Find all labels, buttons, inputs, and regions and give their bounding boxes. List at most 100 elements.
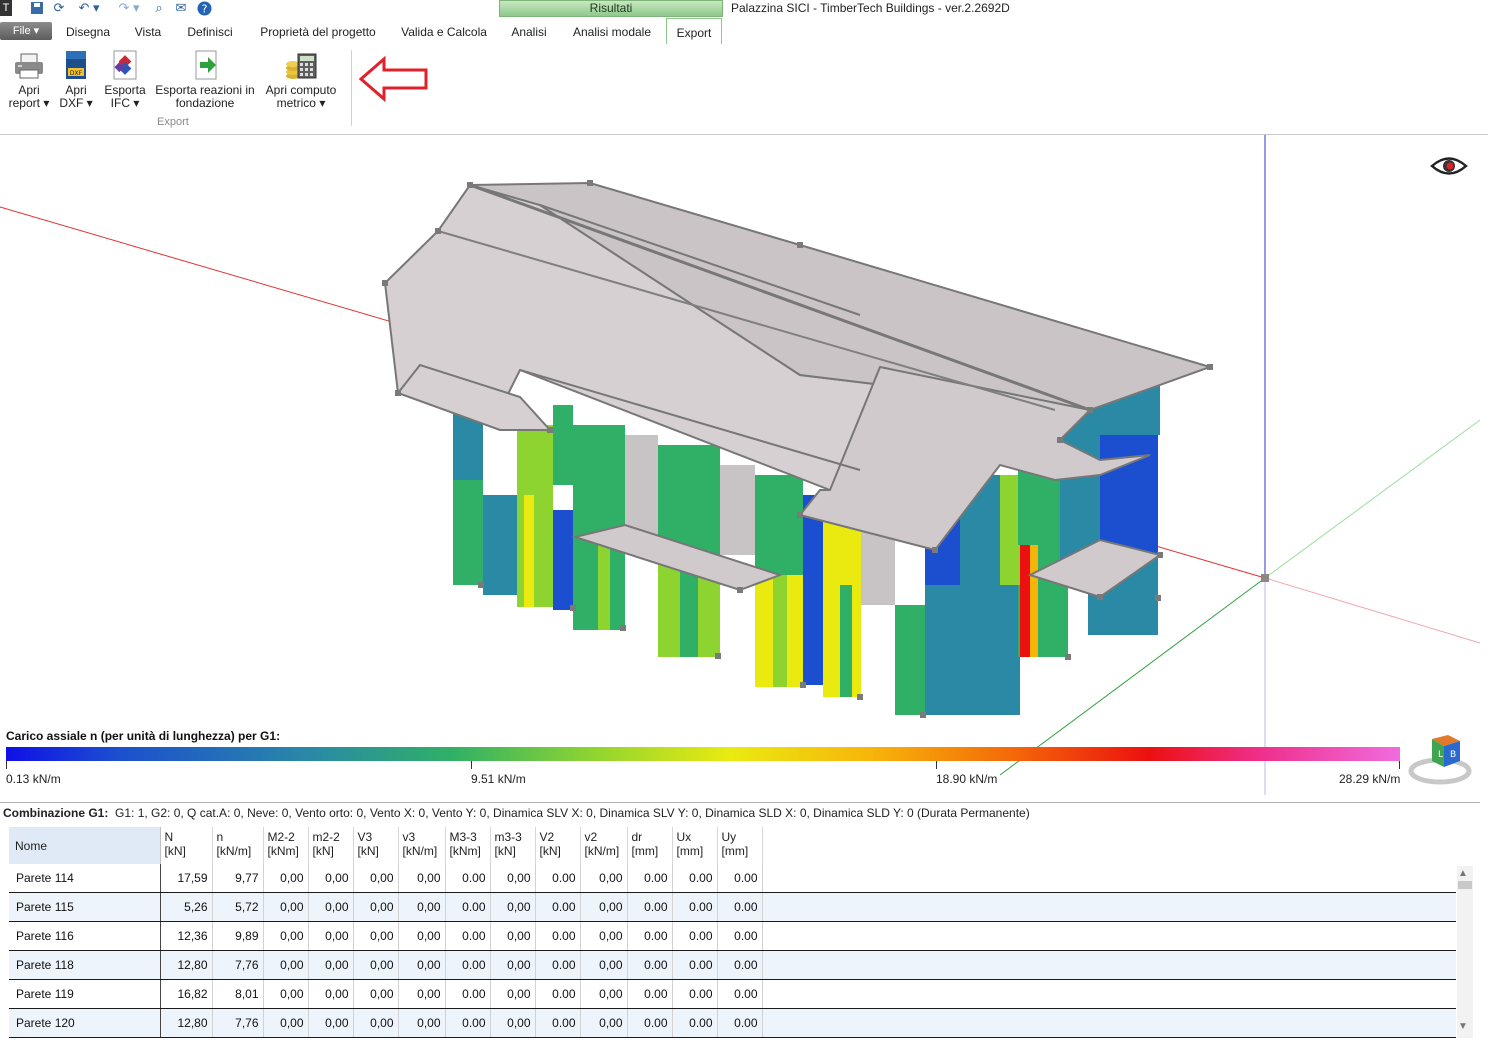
value-cell[interactable]: 0,00 <box>263 921 309 951</box>
value-cell[interactable]: 0,00 <box>308 921 354 951</box>
row-name-cell[interactable]: Parete 118 <box>9 950 161 980</box>
value-cell[interactable]: 0,00 <box>308 864 354 893</box>
value-cell[interactable]: 0.00 <box>445 864 491 893</box>
row-name-cell[interactable]: Parete 120 <box>9 1008 161 1038</box>
value-cell[interactable]: 0,00 <box>490 950 536 980</box>
value-cell[interactable]: 0.00 <box>535 979 581 1009</box>
export-foundation-reactions-button[interactable]: Esporta reazioni in fondazione <box>155 50 255 110</box>
value-cell[interactable]: 17,59 <box>160 864 213 893</box>
open-dxf-button[interactable]: DXF Apri DXF ▾ <box>58 50 94 110</box>
column-header[interactable]: M2-2 [kNm] <box>263 827 309 864</box>
value-cell[interactable]: 0.00 <box>717 979 763 1009</box>
context-tab-risultati[interactable]: Risultati <box>499 0 723 17</box>
table-row[interactable]: Parete 120 12,80 7,76 0,00 0,00 0,00 0,00 0.00 0… <box>9 1008 1456 1038</box>
value-cell[interactable]: 0.00 <box>627 1008 673 1038</box>
value-cell[interactable]: 0.00 <box>672 892 718 922</box>
value-cell[interactable]: 0,00 <box>398 921 446 951</box>
value-cell[interactable]: 0.00 <box>627 979 673 1009</box>
value-cell[interactable]: 0.00 <box>672 921 718 951</box>
value-cell[interactable]: 0.00 <box>627 864 673 893</box>
value-cell[interactable]: 0,00 <box>353 892 399 922</box>
column-header[interactable]: V2 [kN] <box>535 827 581 864</box>
results-table[interactable]: Nome N [kN] n [kN/m] M2-2 [kNm] m2-2 [kN] V3… <box>9 827 1456 1038</box>
column-header-nome[interactable]: Nome <box>9 827 161 864</box>
value-cell[interactable]: 0,00 <box>580 892 628 922</box>
save-icon[interactable] <box>28 0 46 16</box>
value-cell[interactable]: 0.00 <box>445 892 491 922</box>
value-cell[interactable]: 0.00 <box>445 979 491 1009</box>
refresh-icon[interactable]: ⟳ <box>50 0 68 16</box>
value-cell[interactable]: 0,00 <box>353 979 399 1009</box>
value-cell[interactable]: 0.00 <box>717 892 763 922</box>
value-cell[interactable]: 0.00 <box>535 921 581 951</box>
value-cell[interactable]: 0.00 <box>672 979 718 1009</box>
value-cell[interactable]: 0,00 <box>490 892 536 922</box>
value-cell[interactable]: 0.00 <box>627 950 673 980</box>
value-cell[interactable]: 0,00 <box>308 892 354 922</box>
value-cell[interactable]: 0,00 <box>490 979 536 1009</box>
value-cell[interactable]: 0,00 <box>490 1008 536 1038</box>
column-header[interactable]: V3 [kN] <box>353 827 399 864</box>
3d-viewport[interactable] <box>0 135 1482 795</box>
value-cell[interactable]: 0,00 <box>353 921 399 951</box>
value-cell[interactable]: 0,00 <box>263 1008 309 1038</box>
column-header[interactable]: M3-3 [kNm] <box>445 827 491 864</box>
value-cell[interactable]: 0.00 <box>627 892 673 922</box>
table-row[interactable]: Parete 114 17,59 9,77 0,00 0,00 0,00 0,00 0.00 0… <box>9 864 1456 893</box>
column-header[interactable]: N [kN] <box>160 827 213 864</box>
value-cell[interactable]: 12,80 <box>160 1008 213 1038</box>
value-cell[interactable]: 0,00 <box>490 864 536 893</box>
value-cell[interactable]: 0,00 <box>353 1008 399 1038</box>
value-cell[interactable]: 5,72 <box>212 892 264 922</box>
value-cell[interactable]: 0,00 <box>580 979 628 1009</box>
scroll-up-icon[interactable]: ▲ <box>1458 868 1468 879</box>
value-cell[interactable]: 0,00 <box>308 979 354 1009</box>
row-name-cell[interactable]: Parete 115 <box>9 892 161 922</box>
value-cell[interactable]: 0.00 <box>535 864 581 893</box>
scrollbar-thumb[interactable] <box>1458 881 1472 889</box>
column-header[interactable]: m2-2 [kN] <box>308 827 354 864</box>
row-name-cell[interactable]: Parete 116 <box>9 921 161 951</box>
value-cell[interactable]: 0,00 <box>580 864 628 893</box>
value-cell[interactable]: 0.00 <box>717 950 763 980</box>
value-cell[interactable]: 0,00 <box>580 921 628 951</box>
column-header[interactable]: Ux [mm] <box>672 827 718 864</box>
table-row[interactable]: Parete 119 16,82 8,01 0,00 0,00 0,00 0,00 0.00 0… <box>9 979 1456 1009</box>
value-cell[interactable]: 0,00 <box>263 892 309 922</box>
value-cell[interactable]: 12,36 <box>160 921 213 951</box>
value-cell[interactable]: 0.00 <box>445 921 491 951</box>
tab-definisci[interactable]: Definisci <box>180 18 240 43</box>
value-cell[interactable]: 0,00 <box>398 950 446 980</box>
value-cell[interactable]: 0.00 <box>535 892 581 922</box>
value-cell[interactable]: 0,00 <box>490 921 536 951</box>
tab-valida-calcola[interactable]: Valida e Calcola <box>396 18 492 43</box>
mail-icon[interactable]: ✉ <box>172 0 190 16</box>
table-row[interactable]: Parete 116 12,36 9,89 0,00 0,00 0,00 0,00 0.00 0… <box>9 921 1456 951</box>
help-icon[interactable]: ? <box>195 0 213 16</box>
value-cell[interactable]: 0,00 <box>580 950 628 980</box>
zoom-icon[interactable]: ⌕ <box>150 0 168 16</box>
value-cell[interactable]: 0.00 <box>445 1008 491 1038</box>
open-bill-of-quantities-button[interactable]: Apri computo metrico ▾ <box>262 50 340 110</box>
column-header[interactable]: m3-3 [kN] <box>490 827 536 864</box>
value-cell[interactable]: 0.00 <box>672 864 718 893</box>
value-cell[interactable]: 0.00 <box>445 950 491 980</box>
tab-vista[interactable]: Vista <box>124 18 172 43</box>
file-menu-button[interactable]: File ▾ <box>0 22 52 40</box>
value-cell[interactable]: 0.00 <box>672 1008 718 1038</box>
value-cell[interactable]: 0.00 <box>717 864 763 893</box>
row-name-cell[interactable]: Parete 119 <box>9 979 161 1009</box>
value-cell[interactable]: 0.00 <box>672 950 718 980</box>
column-header[interactable]: v2 [kN/m] <box>580 827 628 864</box>
column-header[interactable]: n [kN/m] <box>212 827 264 864</box>
row-name-cell[interactable]: Parete 114 <box>9 864 161 893</box>
value-cell[interactable]: 16,82 <box>160 979 213 1009</box>
value-cell[interactable]: 9,89 <box>212 921 264 951</box>
value-cell[interactable]: 0.00 <box>535 1008 581 1038</box>
value-cell[interactable]: 0,00 <box>353 950 399 980</box>
scroll-down-icon[interactable]: ▼ <box>1458 1021 1468 1032</box>
value-cell[interactable]: 0,00 <box>263 979 309 1009</box>
tab-analisi[interactable]: Analisi <box>504 18 554 43</box>
open-report-button[interactable]: Apri report ▾ <box>6 50 52 110</box>
tab-analisi-modale[interactable]: Analisi modale <box>566 18 658 43</box>
